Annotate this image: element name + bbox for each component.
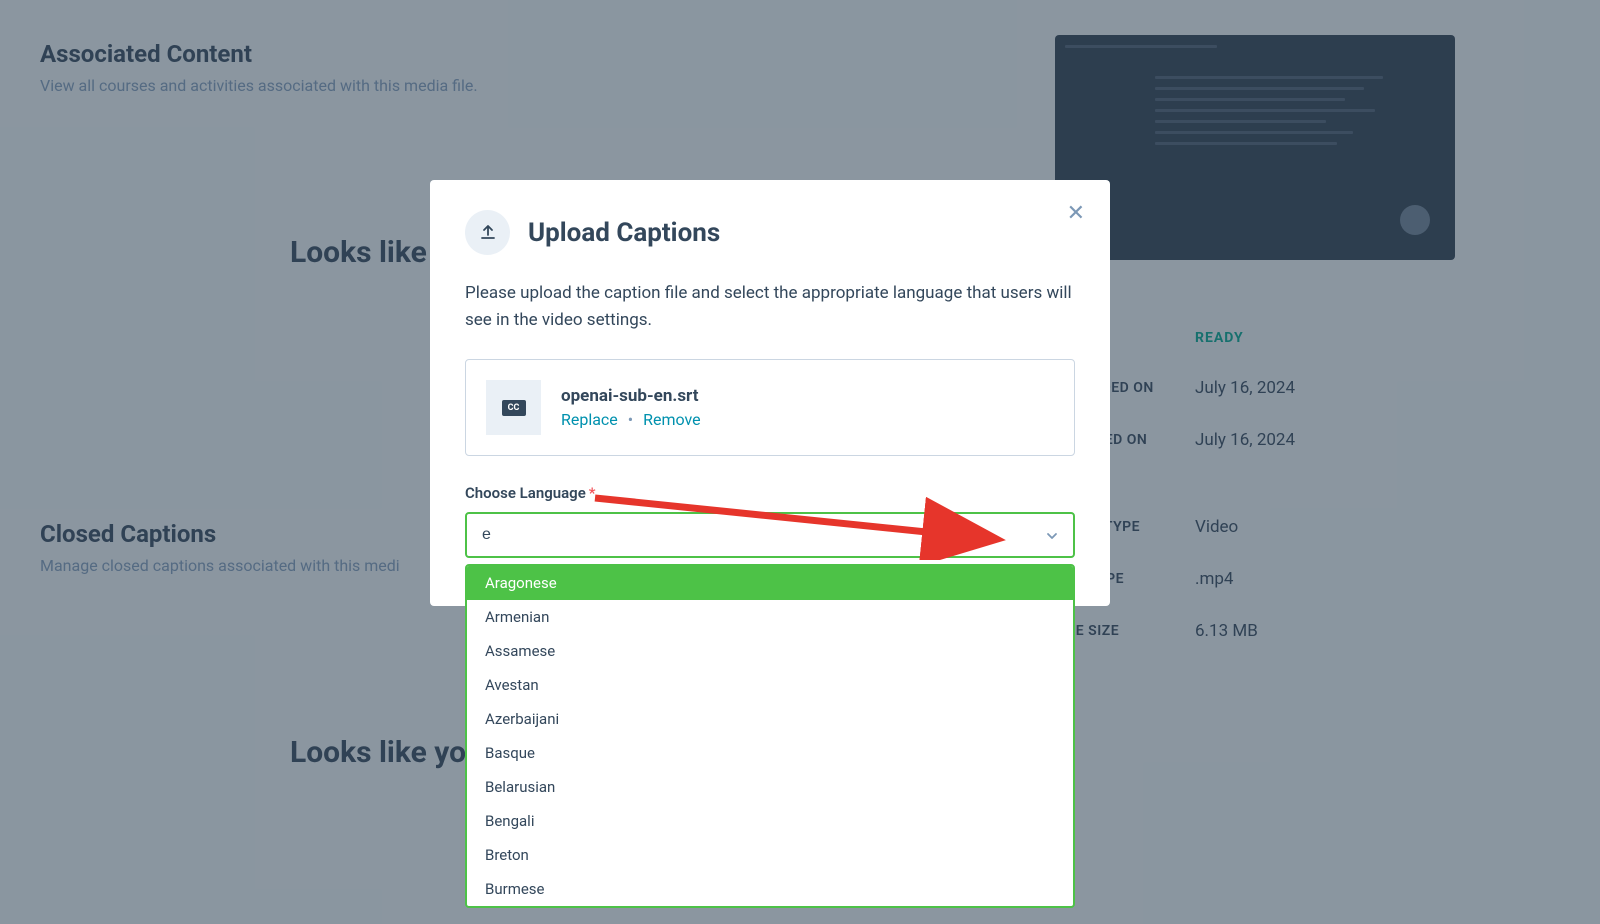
- option-azerbaijani[interactable]: Azerbaijani: [467, 702, 1073, 736]
- modal-title: Upload Captions: [528, 218, 720, 248]
- modal-header: Upload Captions: [465, 210, 1075, 255]
- cc-badge: CC: [502, 400, 526, 416]
- option-breton[interactable]: Breton: [467, 838, 1073, 872]
- option-burmese[interactable]: Burmese: [467, 872, 1073, 906]
- option-basque[interactable]: Basque: [467, 736, 1073, 770]
- modal-description: Please upload the caption file and selec…: [465, 280, 1075, 334]
- file-name: openai-sub-en.srt: [561, 386, 701, 406]
- replace-link[interactable]: Replace: [561, 410, 618, 429]
- option-assamese[interactable]: Assamese: [467, 634, 1073, 668]
- remove-link[interactable]: Remove: [643, 410, 701, 429]
- language-dropdown-list: Aragonese Armenian Assamese Avestan Azer…: [465, 564, 1075, 908]
- upload-captions-modal: ✕ Upload Captions Please upload the capt…: [430, 180, 1110, 606]
- close-button[interactable]: ✕: [1067, 200, 1085, 226]
- option-avestan[interactable]: Avestan: [467, 668, 1073, 702]
- language-search-input[interactable]: [465, 512, 1075, 558]
- cc-file-icon: CC: [486, 380, 541, 435]
- option-aragonese[interactable]: Aragonese: [467, 566, 1073, 600]
- file-actions: Replace • Remove: [561, 410, 701, 429]
- option-bengali[interactable]: Bengali: [467, 804, 1073, 838]
- language-dropdown[interactable]: Aragonese Armenian Assamese Avestan Azer…: [465, 512, 1075, 558]
- uploaded-file-box: CC openai-sub-en.srt Replace • Remove: [465, 359, 1075, 456]
- upload-icon: [465, 210, 510, 255]
- option-belarusian[interactable]: Belarusian: [467, 770, 1073, 804]
- separator: •: [628, 410, 633, 429]
- language-field-label: Choose Language*: [465, 484, 1075, 502]
- option-armenian[interactable]: Armenian: [467, 600, 1073, 634]
